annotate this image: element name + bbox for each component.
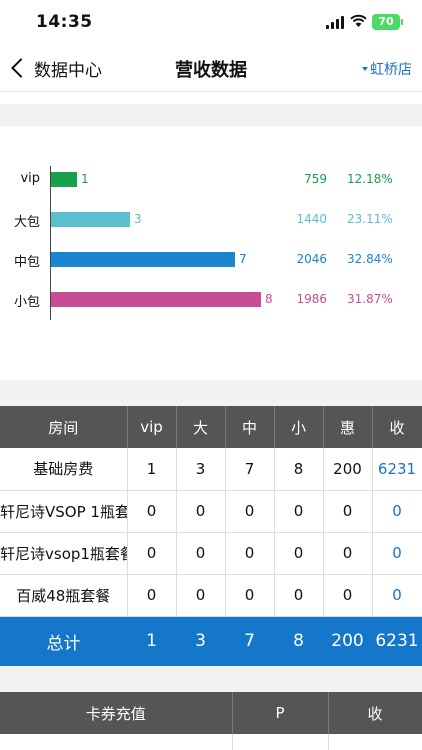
col-header-card-revenue: 收 <box>328 692 422 734</box>
status-time: 14:35 <box>36 12 93 32</box>
col-header-room: 房间 <box>0 406 128 448</box>
category-label: 中包 <box>13 255 40 270</box>
table-row: 基础房费 1 3 7 8 200 6231 <box>0 448 422 491</box>
table-row: 轩尼诗VSOP 1瓶套餐000000 <box>0 490 422 533</box>
table-cell: 0 <box>372 574 422 617</box>
table-cell: 0 <box>176 574 226 617</box>
store-selector[interactable]: 虹桥店 <box>362 59 412 79</box>
bar-value-label: 7 <box>239 252 247 266</box>
row-label-cell: 轩尼诗vsop1瓶套餐 <box>0 532 128 575</box>
table-cell: 0 <box>225 532 275 575</box>
cellular-signal-icon <box>326 16 345 29</box>
row-label-cell: 总计 <box>0 616 127 666</box>
table-cell: 0 <box>127 490 177 533</box>
back-button[interactable]: 数据中心 <box>8 54 102 82</box>
table-cell: 7 <box>225 448 275 491</box>
col-header-small: 小 <box>274 406 324 448</box>
table-cell: 8 <box>274 616 323 666</box>
table-row <box>0 734 422 750</box>
table-cell: 3 <box>176 448 226 491</box>
table-cell: 1 <box>127 448 177 491</box>
category-label: 大包 <box>13 215 40 230</box>
battery-tip <box>401 19 403 25</box>
category-label: 小包 <box>13 295 40 310</box>
bar-value-label: 1 <box>81 172 89 186</box>
percent-label: 12.18% <box>347 172 393 186</box>
revenue-bar-chart: vip 1 759 12.18% 大包 3 1440 23.11% 中包 7 2046 32.84% 小… <box>0 150 422 330</box>
table-cell: 1 <box>127 616 176 666</box>
table-cell: 0 <box>127 532 177 575</box>
row-label-cell: 百威48瓶套餐 <box>0 574 128 617</box>
store-name: 虹桥店 <box>370 62 412 78</box>
table-cell: 0 <box>225 574 275 617</box>
card-table: 卡券充值 P 收 <box>0 692 422 750</box>
section-divider <box>0 104 422 126</box>
table-cell: 0 <box>372 532 422 575</box>
total-row: 总计 1 3 7 8 200 6231 <box>0 616 422 666</box>
table-cell: 3 <box>176 616 225 666</box>
row-label-cell: 轩尼诗VSOP 1瓶套餐 <box>0 490 128 533</box>
bar <box>51 212 130 227</box>
chevron-left-icon <box>11 58 31 78</box>
count-label: 2046 <box>296 252 327 266</box>
room-table: 房间 vip 大 中 小 惠 收 基础房费 1 3 7 8 200 6231 轩尼诗VSOP … <box>0 406 422 666</box>
table-row: 百威48瓶套餐 0 0 0 0 0 0 <box>0 574 422 617</box>
bar-value-label: 3 <box>134 212 142 226</box>
table-cell: 200 <box>323 448 373 491</box>
battery-icon: 70 <box>372 14 400 30</box>
bar <box>51 172 77 187</box>
bar <box>51 252 235 267</box>
count-label: 1440 <box>296 212 327 226</box>
col-header-card-recharge: 卡券充值 <box>0 692 233 734</box>
table-cell: 0 <box>372 490 422 533</box>
row-label-cell: 基础房费 <box>0 448 128 491</box>
section-divider <box>0 667 422 692</box>
col-header-discount: 惠 <box>323 406 373 448</box>
percent-label: 32.84% <box>347 252 393 266</box>
count-label: 759 <box>304 172 327 186</box>
table-cell: 200 <box>323 616 372 666</box>
table-cell: 7 <box>225 616 274 666</box>
col-header-medium: 中 <box>225 406 275 448</box>
table-cell: 0 <box>323 490 373 533</box>
percent-label: 31.87% <box>347 292 393 306</box>
table-cell: 0 <box>323 574 373 617</box>
col-header-p: P <box>232 692 329 734</box>
table-cell: 0 <box>176 490 226 533</box>
count-label: 1986 <box>296 292 327 306</box>
section-divider <box>0 380 422 406</box>
status-bar: 14:35 70 <box>0 0 422 44</box>
category-label: vip <box>20 171 40 186</box>
table-row: 轩尼诗vsop1瓶套餐 0 0 0 0 0 0 <box>0 532 422 575</box>
wifi-icon <box>350 14 367 27</box>
table-cell: 8 <box>274 448 324 491</box>
col-header-large: 大 <box>176 406 226 448</box>
nav-bar: 数据中心 营收数据 虹桥店 <box>0 44 422 92</box>
table-cell: 0 <box>274 574 324 617</box>
col-header-vip: vip <box>127 406 177 448</box>
caret-down-icon <box>362 67 368 71</box>
bar-value-label: 8 <box>265 292 273 306</box>
bar <box>51 292 261 307</box>
table-cell: 0 <box>127 574 177 617</box>
col-header-revenue: 收 <box>372 406 422 448</box>
percent-label: 23.11% <box>347 212 393 226</box>
back-label: 数据中心 <box>34 60 102 81</box>
table-cell: 0 <box>323 532 373 575</box>
table-cell: 0 <box>274 532 324 575</box>
table-cell: 0 <box>176 532 226 575</box>
table-cell: 0 <box>225 490 275 533</box>
table-cell: 6231 <box>372 448 422 491</box>
room-table-header: 房间 vip 大 中 小 惠 收 <box>0 406 422 448</box>
table-cell: 0 <box>274 490 324 533</box>
table-cell: 6231 <box>372 616 422 666</box>
card-table-header: 卡券充值 P 收 <box>0 692 422 734</box>
